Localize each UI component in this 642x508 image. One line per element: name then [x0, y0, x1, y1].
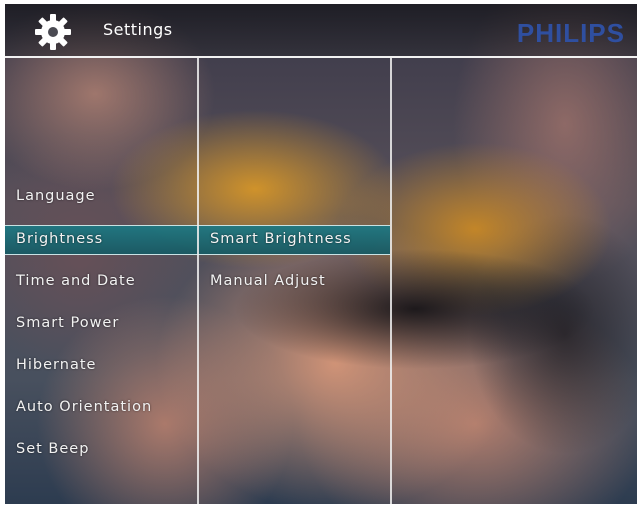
menu-item-auto-orientation[interactable]: Auto Orientation [16, 394, 152, 420]
page-title: Settings [103, 20, 173, 39]
submenu-item-manual-adjust[interactable]: Manual Adjust [210, 268, 326, 294]
photo-frame-screen: Settings PHILIPS Language Brightness Tim… [5, 4, 637, 504]
menu-item-language[interactable]: Language [16, 183, 96, 209]
column-divider [197, 58, 199, 504]
brand-logo: PHILIPS [516, 18, 625, 48]
title-bar: Settings PHILIPS [5, 4, 637, 58]
menu-item-set-beep[interactable]: Set Beep [16, 436, 89, 462]
menu-item-hibernate[interactable]: Hibernate [16, 352, 96, 378]
menu-item-brightness[interactable]: Brightness [16, 226, 103, 252]
menu-item-smart-power[interactable]: Smart Power [16, 310, 119, 336]
column-divider [390, 58, 392, 504]
submenu-item-smart-brightness[interactable]: Smart Brightness [210, 226, 352, 252]
menu-item-time-and-date[interactable]: Time and Date [16, 268, 136, 294]
gear-icon [35, 14, 71, 50]
